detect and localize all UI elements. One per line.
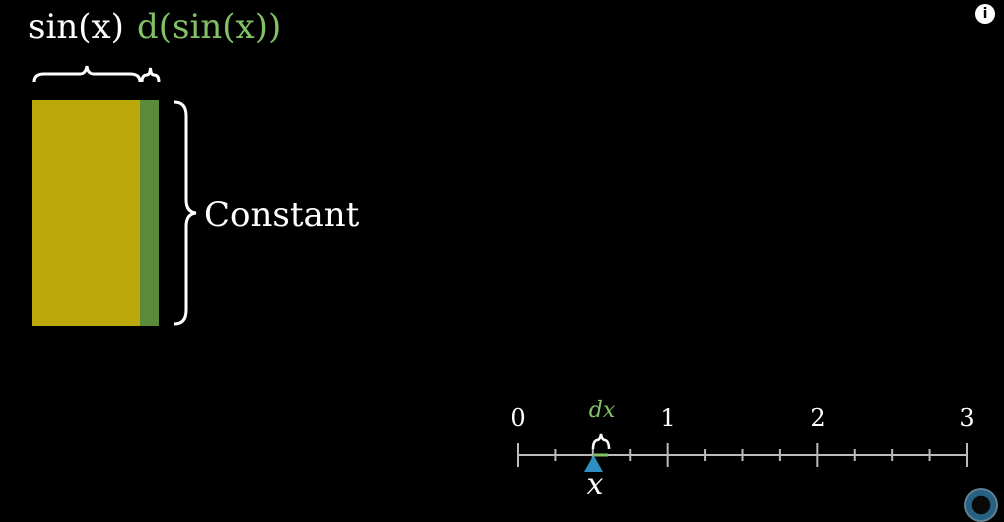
tick-label-2: 2	[810, 404, 826, 432]
x-label: x	[586, 467, 604, 502]
video-frame: sin(x) d(sin(x)) Constant 0 1 2 3 dx x i	[0, 0, 1004, 522]
number-line	[517, 443, 968, 467]
constant-brace	[173, 100, 197, 326]
info-icon[interactable]: i	[975, 4, 995, 24]
diagram-canvas	[32, 65, 968, 472]
sin-x-rectangle	[32, 100, 140, 326]
d-sin-x-brace	[140, 67, 161, 83]
tick-label-3: 3	[959, 404, 975, 432]
dx-label: dx	[588, 398, 616, 423]
sin-x-brace	[32, 65, 142, 83]
channel-logo-icon[interactable]	[964, 488, 998, 522]
d-sin-x-strip	[140, 100, 159, 326]
dx-brace	[591, 433, 611, 450]
tick-label-1: 1	[660, 404, 676, 432]
tick-label-0: 0	[510, 404, 526, 432]
